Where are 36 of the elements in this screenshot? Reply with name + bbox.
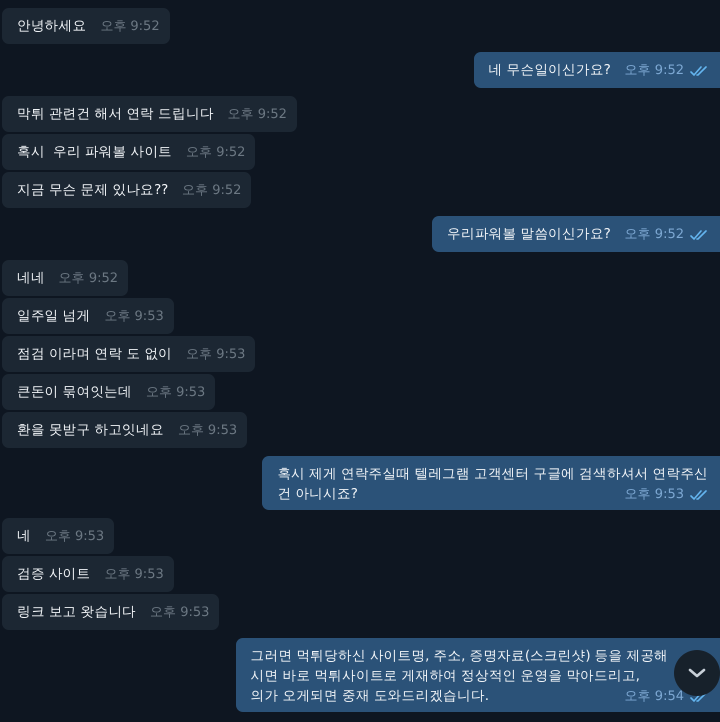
- message-time: 오후 9:53: [624, 487, 684, 503]
- message-time: 오후 9:52: [186, 145, 246, 161]
- message-text: 일주일 넘게: [17, 307, 90, 326]
- message-time: 오후 9:52: [624, 227, 684, 243]
- message-text: 환을 못받구 하고잇네요: [17, 421, 164, 440]
- message-text: 건 아니시죠?: [277, 485, 358, 504]
- message-time: 오후 9:53: [104, 567, 164, 583]
- message-time: 오후 9:53: [186, 347, 246, 363]
- message-time: 오후 9:53: [104, 309, 164, 325]
- message-time: 오후 9:52: [182, 183, 242, 199]
- message-text: 막튀 관련건 해서 연락 드립니다: [17, 105, 214, 124]
- chevron-down-icon: [687, 667, 707, 679]
- message-text: 안녕하세요: [17, 17, 86, 36]
- message-text: 혹시 우리 파워볼 사이트: [17, 143, 172, 162]
- message-time: 오후 9:52: [58, 271, 118, 287]
- message-text: 링크 보고 왓습니다: [17, 603, 136, 622]
- message-text: 검증 사이트: [17, 565, 90, 584]
- message-text: 점검 이라며 연락 도 없이: [17, 345, 172, 364]
- message-text: 의가 오게되면 중재 도와드리겠습니다.: [250, 687, 489, 706]
- message-text: 시면 바로 먹튀사이트로 게재하여 정상적인 운영을 막아드리고,: [250, 667, 640, 686]
- message-time: 오후 9:52: [100, 19, 160, 35]
- message-text: 지금 무슨 문제 있나요??: [17, 181, 168, 200]
- message-text: 우리파워볼 말씀이신가요?: [447, 225, 611, 244]
- message-time: 오후 9:53: [150, 605, 210, 621]
- message-time: 오후 9:52: [624, 63, 684, 79]
- message-time: 오후 9:53: [44, 529, 104, 545]
- message-time: 오후 9:54: [624, 689, 684, 705]
- message-text: 그러면 먹튀당하신 사이트명, 주소, 증명자료(스크린샷) 등을 제공해: [250, 647, 668, 666]
- message-time: 오후 9:52: [228, 107, 287, 123]
- message-time: 오후 9:53: [146, 385, 206, 401]
- message-text: 네 무슨일이신가요?: [488, 61, 611, 80]
- message-text: 네네: [17, 269, 45, 288]
- message-text: 네: [17, 527, 31, 546]
- message-text: 큰돈이 묶여잇는데: [17, 383, 132, 402]
- message-text: 혹시 제게 연락주실때 텔레그램 고객센터 구글에 검색하셔서 연락주신: [277, 465, 708, 484]
- message-time: 오후 9:53: [178, 423, 238, 439]
